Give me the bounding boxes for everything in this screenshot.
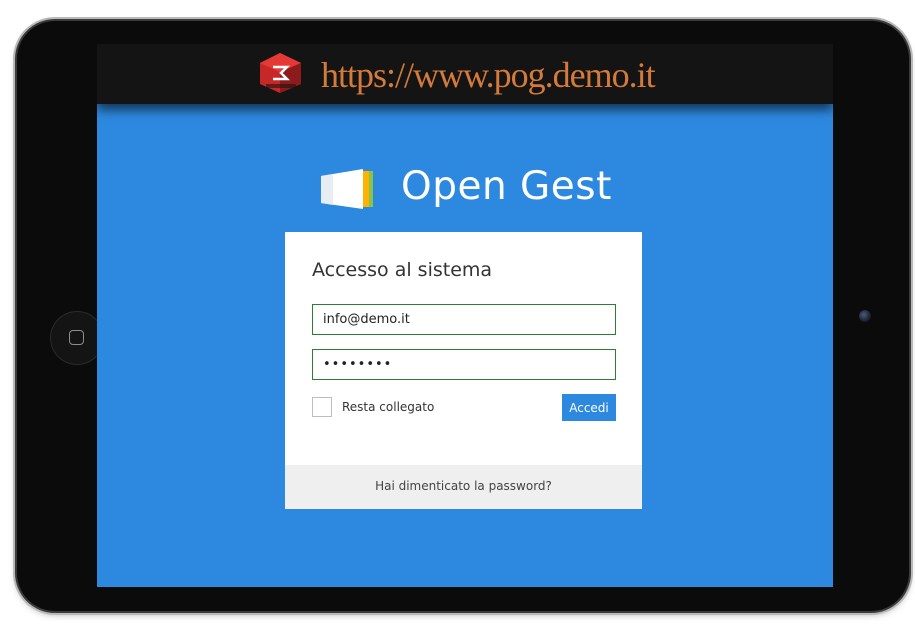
login-button[interactable]: Accedi (562, 394, 616, 421)
camera-icon (859, 310, 871, 322)
password-field[interactable] (312, 349, 616, 380)
remember-me-checkbox[interactable] (312, 397, 332, 417)
url-text: https://www.pog.demo.it (321, 55, 656, 95)
url-bar: https://www.pog.demo.it (97, 44, 833, 104)
login-card: Accesso al sistema Resta collegato Acced… (285, 232, 642, 509)
remember-me-label: Resta collegato (342, 400, 435, 414)
home-button-icon (69, 330, 84, 345)
login-title: Accesso al sistema (312, 259, 493, 281)
app-name: Open Gest (401, 164, 612, 209)
app-screen: https://www.pog.demo.it Open Gest Access… (97, 44, 833, 587)
email-field[interactable] (312, 304, 616, 335)
card-footer: Hai dimenticato la password? (285, 465, 642, 509)
forgot-password-link[interactable]: Hai dimenticato la password? (285, 479, 642, 493)
home-button[interactable] (50, 311, 104, 365)
open-gest-logo-icon (319, 167, 375, 215)
site-logo-icon (257, 51, 307, 99)
